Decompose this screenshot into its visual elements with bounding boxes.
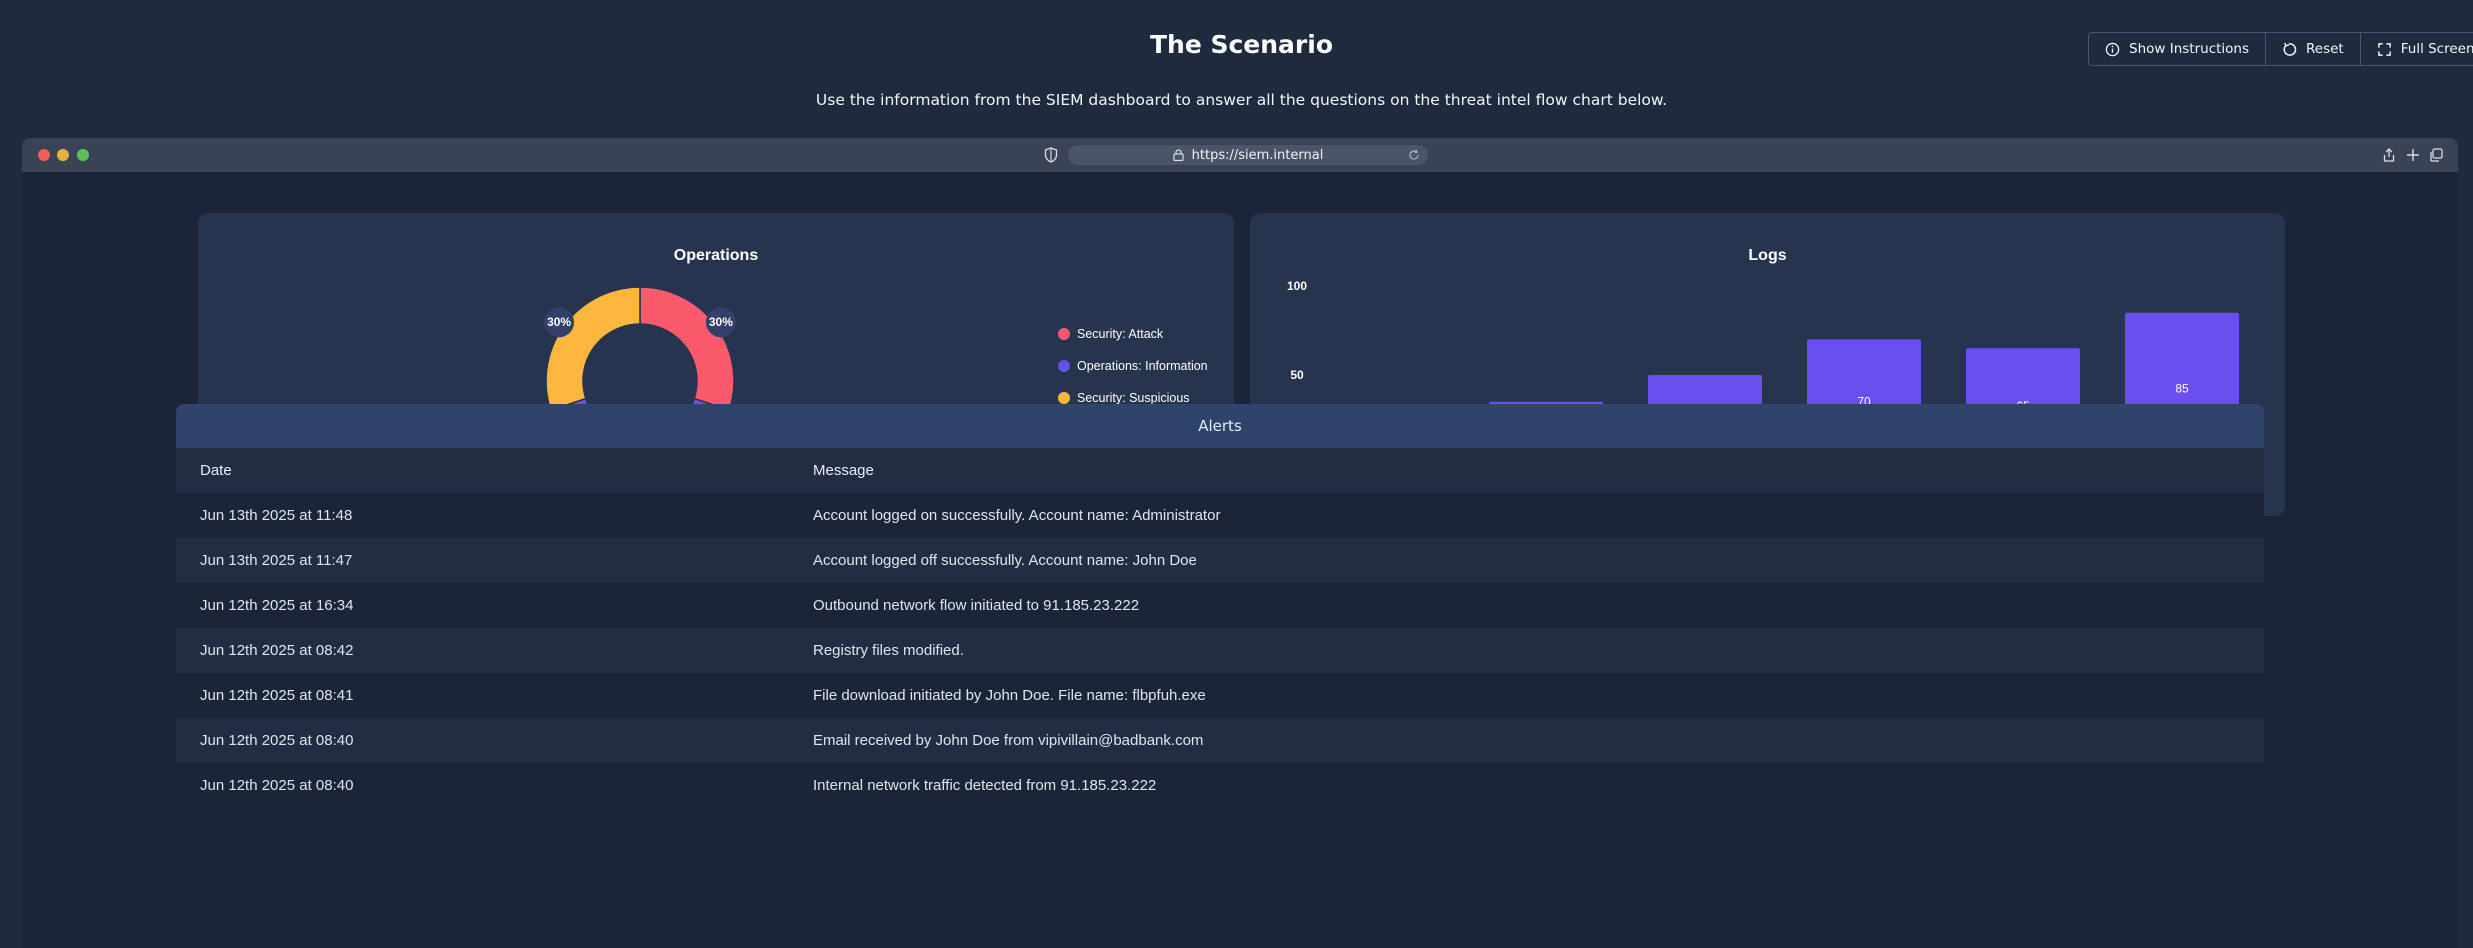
- toolbar: Show Instructions Reset Full Screen: [2088, 32, 2473, 66]
- legend-item[interactable]: Operations: Information: [1058, 350, 1208, 382]
- minimize-window-dot[interactable]: [57, 149, 69, 161]
- table-row[interactable]: Jun 12th 2025 at 16:34 Outbound network f…: [176, 583, 2264, 628]
- close-window-dot[interactable]: [38, 149, 50, 161]
- shield-icon: [1044, 147, 1058, 163]
- page-subtitle: Use the information from the SIEM dashbo…: [815, 91, 1668, 109]
- alerts-title: Alerts: [176, 404, 2264, 448]
- table-row[interactable]: Jun 13th 2025 at 11:48 Account logged on …: [176, 493, 2264, 538]
- alert-message: Account logged on successfully. Account …: [813, 507, 1221, 524]
- slice-value-label: 30%: [547, 315, 571, 329]
- share-icon[interactable]: [2381, 147, 2397, 163]
- slice-value-label: 30%: [709, 315, 733, 329]
- legend-label: Operations: Information: [1077, 359, 1208, 373]
- alert-date: Jun 12th 2025 at 08:40: [200, 777, 354, 794]
- alert-date: Jun 13th 2025 at 11:48: [200, 507, 353, 524]
- full-screen-button[interactable]: Full Screen: [2361, 33, 2473, 65]
- alert-date: Jun 12th 2025 at 08:40: [200, 732, 354, 749]
- table-row[interactable]: Jun 12th 2025 at 08:42 Registry files mod…: [176, 628, 2264, 673]
- y-tick-label: 50: [1290, 368, 1304, 382]
- reset-button[interactable]: Reset: [2266, 33, 2361, 65]
- maximize-window-dot[interactable]: [77, 149, 89, 161]
- legend-swatch: [1058, 360, 1070, 372]
- url-text: https://siem.internal: [1191, 147, 1324, 163]
- alert-message: Email received by John Doe from vipivill…: [813, 732, 1204, 749]
- legend-label: Security: Attack: [1077, 327, 1164, 341]
- table-row[interactable]: Jun 12th 2025 at 08:40 Email received by …: [176, 718, 2264, 763]
- legend-swatch: [1058, 328, 1070, 340]
- table-row[interactable]: Jun 12th 2025 at 08:41 File download init…: [176, 673, 2264, 718]
- legend-label: Security: Suspicious: [1077, 391, 1190, 405]
- legend-swatch: [1058, 392, 1070, 404]
- address-bar[interactable]: https://siem.internal: [1068, 145, 1428, 165]
- lock-icon: [1173, 149, 1184, 161]
- reset-label: Reset: [2306, 41, 2344, 57]
- alert-message: Registry files modified.: [813, 642, 964, 659]
- alert-message: Outbound network flow initiated to 91.18…: [813, 597, 1140, 614]
- alert-message: Internal network traffic detected from 9…: [813, 777, 1157, 794]
- alert-message: Account logged off successfully. Account…: [813, 552, 1197, 569]
- full-screen-label: Full Screen: [2400, 41, 2473, 57]
- column-header-date[interactable]: Date: [176, 462, 813, 479]
- donut-slice[interactable]: [639, 286, 735, 411]
- alerts-body: Jun 13th 2025 at 11:48 Account logged on …: [176, 493, 2264, 808]
- reload-icon[interactable]: [1408, 149, 1420, 161]
- fullscreen-icon: [2377, 42, 2392, 57]
- tabs-overview-icon[interactable]: [2428, 147, 2444, 163]
- table-row[interactable]: Jun 12th 2025 at 08:40 Internal network t…: [176, 763, 2264, 808]
- y-tick-label: 100: [1287, 279, 1307, 293]
- table-row[interactable]: Jun 13th 2025 at 11:47 Account logged off…: [176, 538, 2264, 583]
- alerts-table: Alerts Date Message Jun 13th 2025 at 11:…: [176, 404, 2264, 808]
- column-header-message[interactable]: Message: [813, 462, 2264, 479]
- reset-icon: [2282, 42, 2297, 57]
- alert-date: Jun 12th 2025 at 08:41: [200, 687, 354, 704]
- browser-toolbar: https://siem.internal: [22, 138, 2458, 172]
- alert-date: Jun 13th 2025 at 11:47: [200, 552, 353, 569]
- show-instructions-label: Show Instructions: [2129, 41, 2250, 57]
- legend-item[interactable]: Security: Attack: [1058, 318, 1208, 350]
- operations-legend: Security: Attack Operations: Information…: [1058, 318, 1208, 414]
- donut-slice[interactable]: [545, 286, 641, 411]
- alert-message: File download initiated by John Doe. Fil…: [813, 687, 1206, 704]
- alerts-header-row: Date Message: [176, 448, 2264, 493]
- alert-date: Jun 12th 2025 at 16:34: [200, 597, 354, 614]
- alert-date: Jun 12th 2025 at 08:42: [200, 642, 354, 659]
- info-icon: [2105, 42, 2120, 57]
- new-tab-icon[interactable]: [2405, 147, 2421, 163]
- show-instructions-button[interactable]: Show Instructions: [2089, 33, 2267, 65]
- bar-value-label: 85: [2175, 381, 2189, 395]
